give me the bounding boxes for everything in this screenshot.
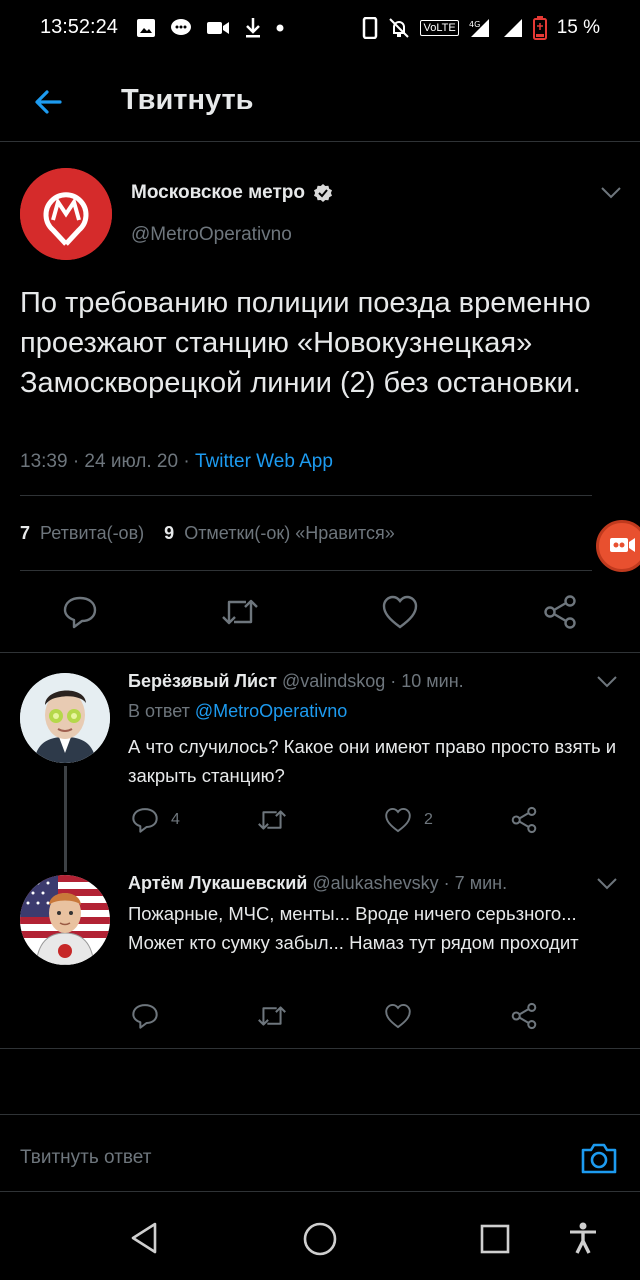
- like-button[interactable]: 2: [384, 806, 433, 834]
- chevron-down-icon[interactable]: [596, 877, 618, 891]
- reply-icon: [132, 808, 158, 833]
- tweet-author-name[interactable]: Московское метро: [131, 182, 333, 204]
- tweet-text: По требованию полиции поезда временно пр…: [20, 287, 591, 399]
- tweet-author-handle[interactable]: @MetroOperativno: [131, 224, 292, 246]
- author-name-text: Московское метро: [131, 182, 305, 203]
- svg-text:4G: 4G: [469, 20, 480, 29]
- chevron-down-icon[interactable]: [600, 186, 622, 200]
- dot-icon: [276, 24, 284, 32]
- like-button[interactable]: [384, 1002, 424, 1030]
- in-reply-prefix: В ответ: [128, 701, 195, 721]
- system-icons: VoLTE 4G 15 %: [362, 14, 600, 42]
- user-photo-avatar: [20, 673, 110, 763]
- reply-author-name: Артём Лукашевский: [128, 873, 308, 893]
- signal-icon: [503, 19, 522, 37]
- verified-badge-icon: [314, 184, 332, 202]
- tweet-actions: [0, 592, 640, 632]
- retweet-icon: [258, 1006, 286, 1026]
- chat-icon: [171, 19, 191, 35]
- tweet-time: 13:39 · 24 июл. 20 ·: [20, 451, 195, 472]
- divider: [20, 495, 592, 496]
- status-time: 13:52:24: [40, 16, 118, 38]
- download-icon: [246, 18, 260, 38]
- divider: [0, 1048, 640, 1049]
- metro-avatar[interactable]: [20, 168, 112, 260]
- reply-text: А что случилось? Какое они имеют право п…: [128, 736, 617, 786]
- reply-count: 4: [171, 811, 180, 828]
- gallery-icon: [137, 19, 155, 37]
- reply-author[interactable]: Берёзøвый Ли́ст @valindskog · 10 мин.: [128, 671, 464, 692]
- reply-actions: [0, 1000, 640, 1040]
- reply-actions: 4 2: [0, 804, 640, 844]
- page-title: Твитнуть: [121, 84, 254, 116]
- reply-button[interactable]: [131, 1002, 171, 1030]
- status-bar: 13:52:24 VoLTE 4G 15 %: [0, 0, 640, 56]
- system-nav-bar: [0, 1193, 640, 1280]
- reply-button[interactable]: 4: [131, 806, 180, 834]
- phone-vibrate-icon: [363, 17, 378, 39]
- retweets-label[interactable]: Ретвита(-ов): [40, 523, 144, 543]
- retweets-count[interactable]: 7: [20, 523, 30, 543]
- battery-percent: 15 %: [556, 17, 600, 38]
- reply-avatar[interactable]: [20, 875, 110, 965]
- in-reply-mention[interactable]: @MetroOperativno: [195, 701, 347, 721]
- reply-author[interactable]: Артём Лукашевский @alukashevsky · 7 мин.: [128, 873, 507, 894]
- reply-handle-time: @alukashevsky · 7 мин.: [312, 873, 508, 893]
- like-heart-icon: [385, 1003, 411, 1029]
- nav-back-icon[interactable]: [127, 1221, 161, 1255]
- retweet-button[interactable]: [256, 806, 300, 834]
- share-icon[interactable]: [542, 594, 578, 630]
- like-heart-icon: [385, 807, 411, 833]
- retweet-button[interactable]: [256, 1002, 300, 1030]
- tweet-stats: 7 Ретвита(-ов) 9 Отметки(-ок) «Нравится»: [20, 523, 395, 544]
- back-arrow-icon[interactable]: [30, 84, 66, 120]
- record-camera-icon: [610, 538, 635, 552]
- like-count: 2: [424, 811, 433, 828]
- user-photo-avatar: [20, 875, 110, 965]
- reply-handle-time: @valindskog · 10 мин.: [281, 671, 464, 691]
- reply-text: Пожарные, МЧС, менты... Вроде ничего сер…: [128, 903, 579, 953]
- volte-badge: VoLTE: [420, 20, 459, 36]
- share-icon[interactable]: [510, 1002, 538, 1030]
- nav-home-icon[interactable]: [302, 1221, 338, 1257]
- reply-avatar[interactable]: [20, 673, 110, 763]
- notification-icons: [136, 14, 284, 42]
- tweet-source-link[interactable]: Twitter Web App: [195, 451, 333, 472]
- like-heart-icon[interactable]: [381, 594, 419, 630]
- reply-icon[interactable]: [62, 594, 98, 630]
- retweet-icon[interactable]: [220, 594, 260, 630]
- accessibility-icon[interactable]: [566, 1221, 600, 1255]
- reply-author-name: Берёзøвый Ли́ст: [128, 671, 277, 691]
- reply-input[interactable]: Твитнуть ответ: [20, 1147, 151, 1169]
- mute-bell-icon: [389, 18, 410, 38]
- chevron-down-icon[interactable]: [596, 675, 618, 689]
- metro-logo-icon: [20, 168, 112, 260]
- reply-icon: [132, 1004, 158, 1029]
- battery-low-icon: [532, 16, 547, 40]
- signal-4g-icon: 4G: [469, 19, 489, 37]
- nav-recents-icon[interactable]: [480, 1224, 510, 1254]
- share-icon[interactable]: [510, 806, 538, 834]
- divider: [20, 570, 592, 571]
- divider: [0, 652, 640, 653]
- tweet-meta: 13:39 · 24 июл. 20 · Twitter Web App: [20, 451, 333, 473]
- reply-composer: Твитнуть ответ: [0, 1114, 640, 1192]
- app-header: Твитнуть: [0, 66, 640, 142]
- camera-icon[interactable]: [580, 1139, 618, 1177]
- retweet-icon: [258, 810, 286, 830]
- video-camera-icon: [207, 22, 229, 34]
- likes-count[interactable]: 9: [164, 523, 174, 543]
- likes-label[interactable]: Отметки(-ок) «Нравится»: [184, 523, 395, 543]
- screen-recorder-bubble[interactable]: [596, 520, 640, 572]
- in-reply-to: В ответ @MetroOperativno: [128, 701, 347, 722]
